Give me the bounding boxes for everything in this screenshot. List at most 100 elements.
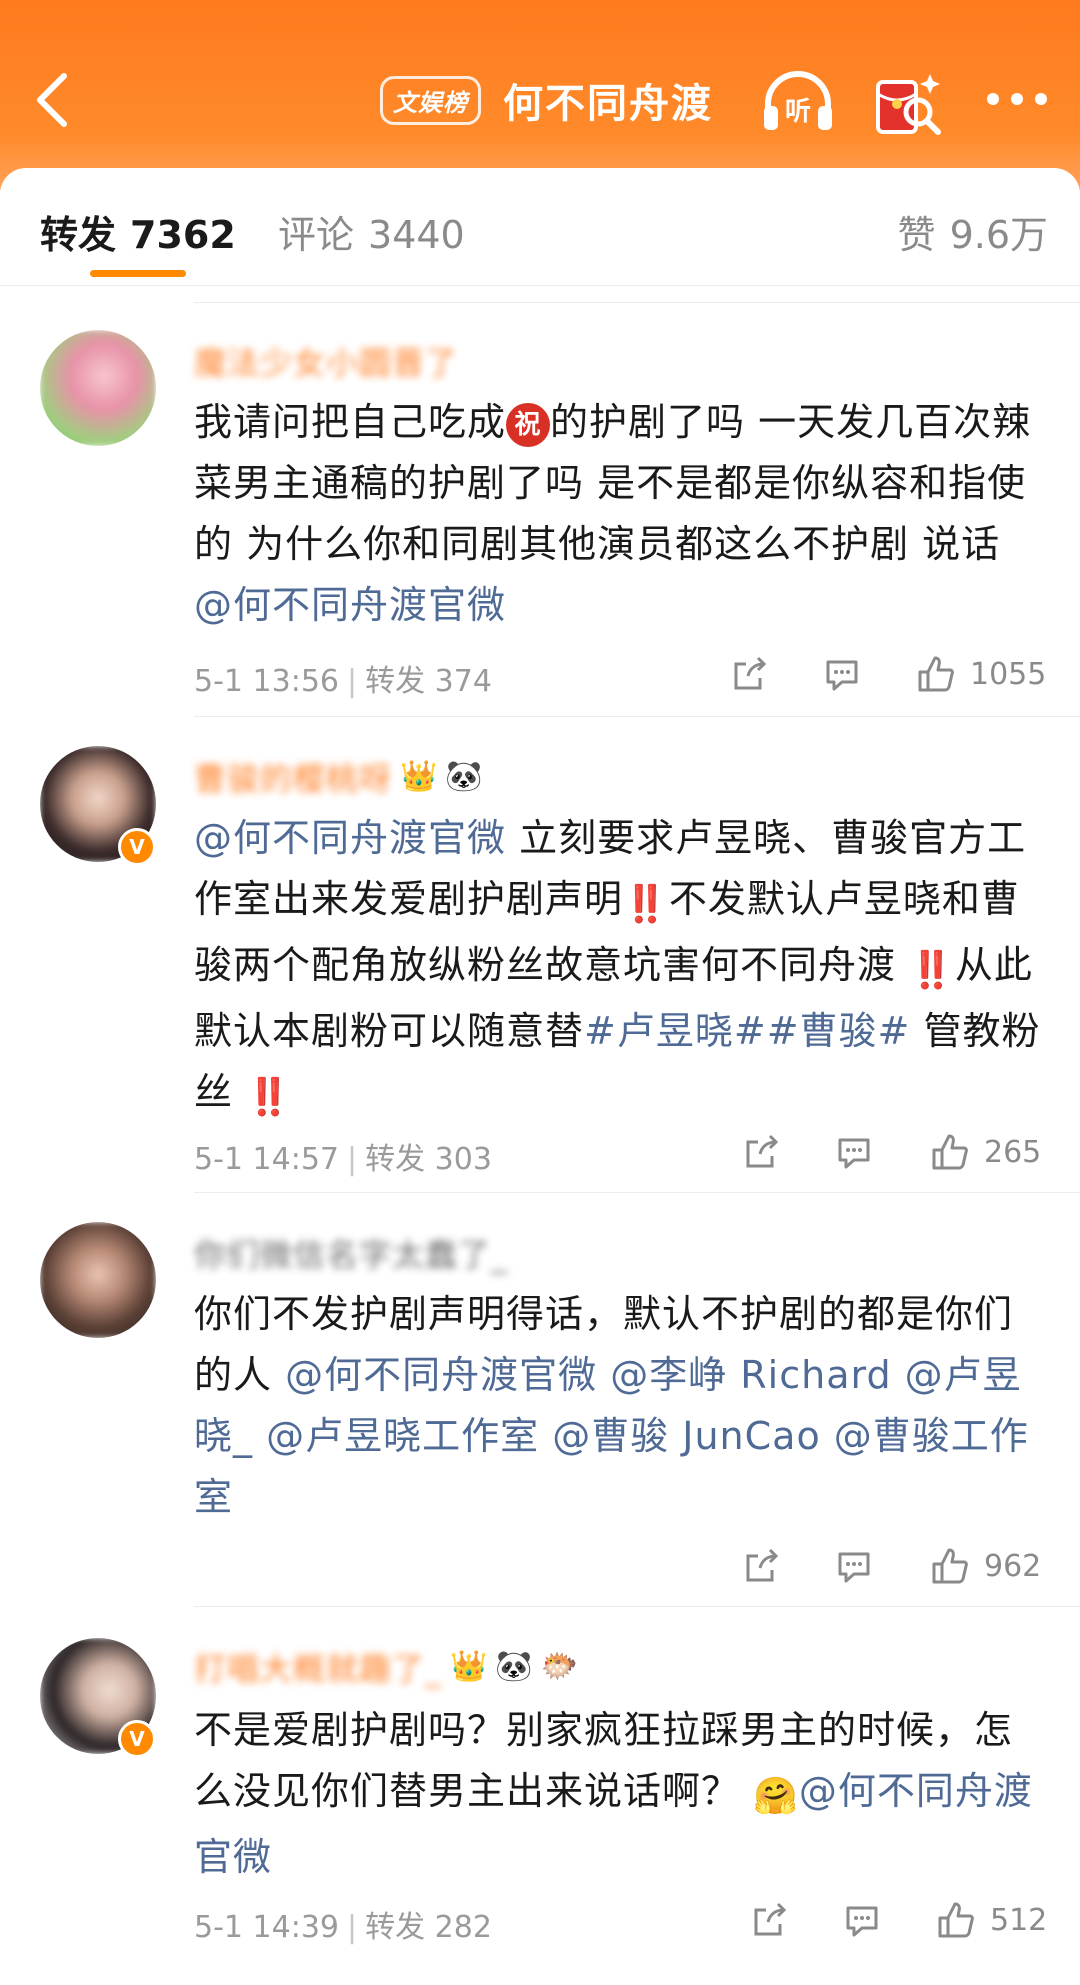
list-divider bbox=[194, 716, 1080, 717]
comment-button[interactable] bbox=[822, 652, 862, 696]
text-part: 我请问把自己吃成 bbox=[194, 400, 507, 444]
meta-row: 5-1 13:56 | 转发 374 1055 bbox=[194, 652, 1052, 699]
thumbs-up-icon bbox=[932, 1134, 968, 1170]
thumbs-up-icon bbox=[918, 656, 954, 692]
repost-label[interactable]: 转发 bbox=[365, 1142, 425, 1177]
timestamp: 5-1 13:56 bbox=[194, 664, 339, 699]
comment-icon bbox=[826, 660, 858, 691]
avatar[interactable] bbox=[40, 330, 156, 446]
entertainment-ranking-badge[interactable]: 文娱榜 bbox=[380, 75, 481, 125]
zhu-icon: 祝 bbox=[506, 403, 551, 447]
tab-repost-label: 转发 bbox=[40, 213, 117, 257]
listen-button[interactable]: 听 bbox=[760, 70, 836, 134]
chevron-left-icon bbox=[37, 73, 67, 127]
mention-link[interactable]: @何不同舟渡官微 bbox=[285, 1353, 597, 1397]
username[interactable]: 你们微信名字太蠢了_ bbox=[194, 1230, 508, 1276]
user-row: 魔法少女小圆晋了 bbox=[194, 336, 458, 386]
meta-row: 962 bbox=[194, 1544, 1052, 1588]
like-button[interactable]: 1055 bbox=[916, 652, 1046, 696]
repost-text: 不是爱剧护剧吗？别家疯狂拉踩男主的时候，怎么没见你们替男主出来说话啊？ 🤗@何不… bbox=[194, 1700, 1044, 1888]
svg-text:听: 听 bbox=[785, 97, 811, 127]
comment-button[interactable] bbox=[842, 1898, 882, 1942]
username[interactable]: 打唱大概就趣了_ bbox=[194, 1644, 442, 1690]
meta-row: 5-1 14:57 | 转发 303 265 bbox=[194, 1130, 1052, 1177]
mention-link[interactable]: @李峥 Richard bbox=[597, 1353, 891, 1397]
tab-comment-count: 3440 bbox=[368, 213, 465, 257]
like-count: 265 bbox=[984, 1134, 1042, 1170]
repost-count: 303 bbox=[434, 1142, 492, 1177]
top-bar: 文娱榜 何不同舟渡 听 bbox=[0, 0, 1080, 190]
double-exclamation-icon: ‼️ bbox=[909, 950, 955, 991]
mention-link[interactable]: @何不同舟渡官微 bbox=[194, 816, 506, 860]
tab-comment[interactable]: 评论 3440 bbox=[278, 204, 465, 259]
more-button[interactable] bbox=[984, 84, 1050, 114]
back-button[interactable] bbox=[30, 70, 74, 130]
tab-comment-label: 评论 bbox=[278, 213, 355, 257]
separator: | bbox=[347, 1910, 358, 1945]
tab-repost[interactable]: 转发 7362 bbox=[40, 204, 236, 259]
timestamp: 5-1 14:57 bbox=[194, 1142, 339, 1177]
repost-count: 282 bbox=[434, 1910, 492, 1945]
repost-label[interactable]: 转发 bbox=[365, 664, 425, 699]
tab-likes[interactable]: 赞 9.6万 bbox=[898, 204, 1048, 259]
tab-likes-count: 9.6万 bbox=[949, 213, 1048, 257]
red-packet-icon bbox=[876, 74, 941, 135]
hashtag-link[interactable]: #曹骏# bbox=[767, 1009, 911, 1053]
like-count: 512 bbox=[990, 1902, 1048, 1938]
thumbs-up-icon bbox=[932, 1548, 968, 1584]
repost-label[interactable]: 转发 bbox=[365, 1910, 425, 1945]
username[interactable]: 曹骏的樱桃呀 bbox=[194, 754, 392, 800]
comment-button[interactable] bbox=[834, 1130, 874, 1174]
meta-info: 5-1 13:56 | 转发 374 bbox=[194, 656, 492, 700]
share-icon bbox=[754, 1902, 787, 1936]
tab-likes-label: 赞 bbox=[897, 213, 936, 257]
comment-icon bbox=[838, 1552, 870, 1583]
header-title-group: 文娱榜 何不同舟渡 bbox=[380, 72, 713, 128]
crown-badge-icon: 👑 bbox=[400, 759, 438, 794]
like-count: 962 bbox=[984, 1548, 1042, 1584]
meta-info: 5-1 14:39 | 转发 282 bbox=[194, 1902, 492, 1946]
separator: | bbox=[347, 1142, 358, 1177]
crown-badge-icon: 👑 bbox=[450, 1649, 488, 1684]
more-dots-icon bbox=[987, 93, 1047, 105]
user-row: 打唱大概就趣了_ 👑 🐼 🐡 bbox=[194, 1642, 578, 1692]
comment-icon bbox=[838, 1138, 870, 1169]
like-button[interactable]: 265 bbox=[930, 1130, 1041, 1174]
thumbs-up-icon bbox=[938, 1902, 974, 1938]
meta-info: 5-1 14:57 | 转发 303 bbox=[194, 1134, 492, 1178]
like-button[interactable]: 512 bbox=[936, 1898, 1047, 1942]
share-button[interactable] bbox=[742, 1130, 782, 1174]
repost-text: 你们不发护剧声明得话，默认不护剧的都是你们的人 @何不同舟渡官微 @李峥 Ric… bbox=[194, 1284, 1044, 1528]
repost-text: @何不同舟渡官微 立刻要求卢昱晓、曹骏官方工作室出来发爱剧护剧声明‼️不发默认卢… bbox=[194, 808, 1044, 1128]
avatar[interactable] bbox=[40, 1222, 156, 1338]
double-exclamation-icon: ‼️ bbox=[623, 884, 669, 925]
user-row: 你们微信名字太蠢了_ bbox=[194, 1228, 508, 1278]
headphones-icon: 听 bbox=[764, 71, 832, 130]
username[interactable]: 魔法少女小圆晋了 bbox=[194, 338, 458, 384]
comment-icon bbox=[846, 1906, 878, 1937]
share-button[interactable] bbox=[730, 652, 770, 696]
tab-repost-count: 7362 bbox=[130, 213, 236, 257]
share-button[interactable] bbox=[742, 1544, 782, 1588]
timestamp: 5-1 14:39 bbox=[194, 1910, 339, 1945]
mention-link[interactable]: @何不同舟渡官微 bbox=[194, 583, 506, 627]
user-row: 曹骏的樱桃呀 👑 🐼 bbox=[194, 752, 483, 802]
double-exclamation-icon: ‼️ bbox=[246, 1077, 292, 1118]
panda-badge-icon: 🐼 bbox=[495, 1649, 533, 1684]
like-button[interactable]: 962 bbox=[930, 1544, 1041, 1588]
red-packet-search-button[interactable] bbox=[872, 66, 944, 138]
comment-button[interactable] bbox=[834, 1544, 874, 1588]
mention-link[interactable]: @卢昱晓工作室 bbox=[253, 1414, 539, 1458]
tabs-bar: 转发 7362 评论 3440 赞 9.6万 bbox=[0, 168, 1080, 286]
share-icon bbox=[734, 656, 767, 690]
share-icon bbox=[746, 1134, 779, 1168]
share-button[interactable] bbox=[750, 1898, 790, 1942]
panda-badge-icon: 🐼 bbox=[445, 759, 483, 794]
pufferfish-badge-icon: 🐡 bbox=[540, 1649, 579, 1684]
mention-link[interactable]: @曹骏 JunCao bbox=[539, 1414, 821, 1458]
verified-badge: V bbox=[118, 828, 156, 866]
active-tab-indicator bbox=[90, 270, 186, 277]
list-divider bbox=[194, 1606, 1080, 1607]
list-divider bbox=[194, 302, 1080, 303]
hashtag-link[interactable]: #卢昱晓# bbox=[584, 1009, 767, 1053]
